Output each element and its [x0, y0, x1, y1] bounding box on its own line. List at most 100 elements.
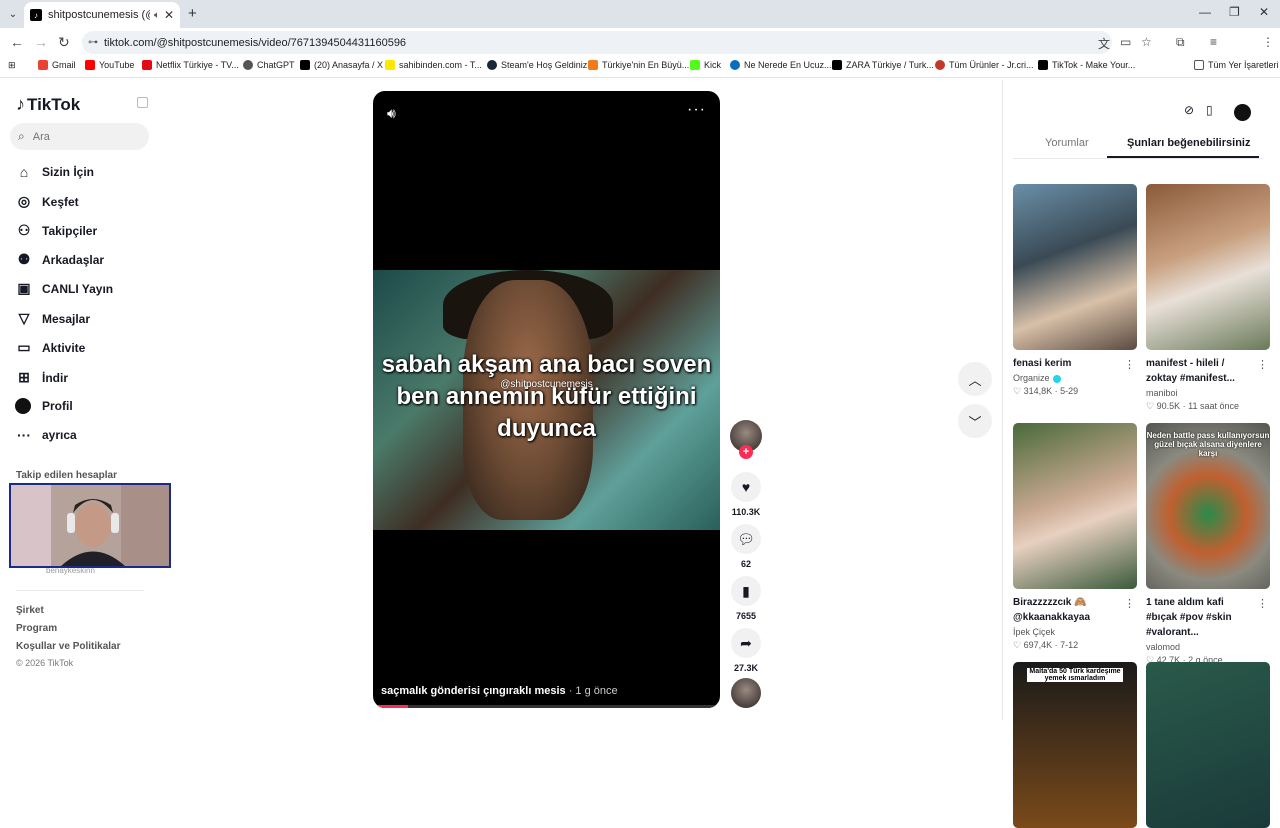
bookmark-steam[interactable]: Steam'e Hoş Geldiniz — [487, 60, 587, 70]
nav-explore[interactable]: ◎ Keşfet — [15, 193, 79, 210]
new-tab-icon[interactable]: + — [188, 5, 197, 22]
home-icon: ⌂ — [19, 164, 29, 180]
browser-tab[interactable]: ♪ shitpostcunemesis (@shitp 🔈︎ ✕ — [24, 2, 180, 28]
video-thumbnail[interactable] — [1013, 423, 1137, 589]
nav-activity[interactable]: ▭ Aktivite — [15, 339, 85, 356]
video-thumbnail[interactable]: Neden battle pass kullanıyorsun güzel bı… — [1146, 423, 1270, 589]
bookmark-akakce[interactable]: Ne Nerede En Ucuz... — [730, 60, 832, 70]
video-thumbnail[interactable]: Malta'da 50 Türk kardeşime yemek ısmarla… — [1013, 662, 1137, 828]
video-description[interactable]: saçmalık gönderisi çıngıraklı mesis · 1 … — [381, 685, 618, 697]
user-avatar[interactable] — [1234, 104, 1251, 121]
translate-icon[interactable]: 文 — [1098, 35, 1110, 52]
webcam-image — [11, 485, 169, 566]
bookmark-jrcrishop[interactable]: Tüm Ürünler - Jr.cri... — [935, 60, 1034, 70]
bookmark-icon[interactable]: ▮ — [731, 576, 761, 606]
footer-link-terms[interactable]: Koşullar ve Politikalar — [16, 641, 121, 652]
card-author[interactable]: Organize — [1013, 373, 1137, 383]
apps-icon[interactable]: ⊞ — [8, 60, 16, 71]
audio-playing-icon[interactable]: 🔈︎ — [154, 10, 160, 21]
bookmark-zara[interactable]: ZARA Türkiye / Turk... — [832, 60, 934, 70]
nav-for-you[interactable]: ⌂ Sizin İçin — [15, 164, 94, 180]
bookmark-gmail[interactable]: Gmail — [38, 60, 76, 70]
card-more-icon[interactable]: ⋮ — [1257, 358, 1268, 371]
tab-comments[interactable]: Yorumlar — [1045, 137, 1089, 149]
device-icon[interactable]: ▯ — [1206, 103, 1213, 117]
like-icon[interactable]: ♥ — [731, 472, 761, 502]
card-more-icon[interactable]: ⋮ — [1257, 597, 1268, 610]
tab-list-dropdown-icon[interactable]: ⌄ — [4, 5, 22, 23]
video-thumbnail[interactable] — [1146, 184, 1270, 350]
reload-icon[interactable]: ↻ — [58, 34, 70, 51]
video-progress-bar[interactable] — [373, 705, 720, 708]
video-card[interactable] — [1146, 662, 1270, 828]
media-controls-icon[interactable]: ≡ — [1210, 35, 1217, 49]
next-video-icon[interactable]: ﹀ — [958, 404, 992, 438]
video-card[interactable]: ⋮ fenasi kerim Organize ♡ 314,8K · 5-29 — [1013, 184, 1137, 397]
card-more-icon[interactable]: ⋮ — [1124, 597, 1135, 610]
bookmark-youtube[interactable]: YouTube — [85, 60, 134, 70]
nav-messages[interactable]: ▽ Mesajlar — [15, 310, 90, 327]
compass-icon: ◎ — [17, 193, 31, 209]
card-author[interactable]: İpek Çiçek — [1013, 627, 1137, 637]
card-more-icon[interactable]: ⋮ — [1124, 358, 1135, 371]
sidebar-divider — [16, 590, 144, 591]
video-card[interactable]: ⋮ manifest - hileli / zoktay #manifest..… — [1146, 184, 1270, 412]
site-info-icon[interactable]: ⊶ — [88, 37, 98, 48]
previous-video-icon[interactable]: ︿ — [958, 362, 992, 396]
nav-profile[interactable]: Profil — [15, 398, 73, 414]
cast-icon[interactable]: ▭ — [1120, 35, 1131, 49]
music-disc-avatar[interactable] — [731, 678, 761, 708]
comment-icon[interactable]: 💬︎ — [731, 524, 761, 554]
nav-live[interactable]: ▣ CANLI Yayın — [15, 280, 113, 297]
card-stats: ♡ 90.5K · 11 saat önce — [1146, 401, 1239, 411]
close-window-icon[interactable]: ✕ — [1259, 5, 1269, 19]
card-title[interactable]: manifest - hileli / zoktay #manifest... — [1146, 356, 1256, 386]
video-player[interactable]: 🔊︎ ··· sabah akşam ana bacı soven ben an… — [373, 91, 720, 708]
search-box[interactable]: ⌕ — [10, 123, 149, 150]
tab-you-may-like[interactable]: Şunları beğenebilirsiniz — [1127, 137, 1250, 149]
akakce-icon — [730, 60, 740, 70]
card-title[interactable]: Birazzzzzcık 🙈 @kkaanakkayaa — [1013, 595, 1123, 625]
video-card[interactable]: Malta'da 50 Türk kardeşime yemek ısmarla… — [1013, 662, 1137, 828]
bookmark-chatgpt[interactable]: ChatGPT — [243, 60, 295, 70]
bookmark-sahibinden[interactable]: sahibinden.com - T... — [385, 60, 482, 70]
card-title[interactable]: 1 tane aldım kafi #bıçak #pov #skin #val… — [1146, 595, 1256, 640]
more-options-icon[interactable]: ··· — [687, 101, 706, 119]
footer-link-company[interactable]: Şirket — [16, 605, 44, 616]
search-input[interactable] — [32, 130, 128, 143]
youtube-icon — [85, 60, 95, 70]
nav-download[interactable]: ⊞ İndir — [15, 369, 68, 386]
close-tab-icon[interactable]: ✕ — [164, 8, 174, 22]
video-card[interactable]: ⋮ Birazzzzzcık 🙈 @kkaanakkayaa İpek Çiçe… — [1013, 423, 1137, 651]
discover-icon[interactable]: ⊘ — [1184, 103, 1194, 117]
card-title[interactable]: fenasi kerim — [1013, 356, 1123, 371]
nav-friends[interactable]: ⚉ Arkadaşlar — [15, 251, 104, 268]
bookmark-x[interactable]: (20) Anasayfa / X — [300, 60, 383, 70]
nav-more[interactable]: ··· ayrıca — [15, 427, 77, 443]
bookmark-kick[interactable]: Kick — [690, 60, 721, 70]
volume-icon[interactable]: 🔊︎ — [387, 105, 396, 122]
nav-following[interactable]: ⚇ Takipçiler — [15, 222, 97, 239]
browser-menu-icon[interactable]: ⋮ — [1262, 35, 1274, 49]
restore-icon[interactable]: ❐ — [1229, 5, 1240, 19]
extensions-icon[interactable]: ⧉ — [1176, 35, 1185, 50]
collapse-sidebar-icon[interactable] — [137, 97, 148, 108]
video-thumbnail[interactable] — [1146, 662, 1270, 828]
tiktok-logo[interactable]: ♪ TikTok — [16, 94, 80, 115]
bookmark-star-icon[interactable]: ☆ — [1141, 35, 1152, 49]
card-author[interactable]: maniboi — [1146, 388, 1270, 398]
url-field[interactable]: ⊶ tiktok.com/@shitpostcunemesis/video/76… — [82, 31, 1112, 54]
video-thumbnail[interactable] — [1013, 184, 1137, 350]
follow-plus-icon[interactable]: + — [739, 445, 753, 459]
bookmark-trendyol[interactable]: Türkiye'nin En Büyü... — [588, 60, 689, 70]
back-icon[interactable]: ← — [10, 34, 24, 50]
minimize-icon[interactable]: — — [1199, 5, 1211, 19]
share-icon[interactable]: ➦ — [731, 628, 761, 658]
footer-link-program[interactable]: Program — [16, 623, 57, 634]
bookmark-netflix[interactable]: Netflix Türkiye - TV... — [142, 60, 239, 70]
forward-icon[interactable]: → — [34, 34, 48, 50]
card-author[interactable]: valomod — [1146, 642, 1270, 652]
bookmark-tiktok[interactable]: TikTok - Make Your... — [1038, 60, 1135, 70]
video-card[interactable]: Neden battle pass kullanıyorsun güzel bı… — [1146, 423, 1270, 666]
all-bookmarks[interactable]: Tüm Yer İşaretleri — [1194, 60, 1279, 70]
